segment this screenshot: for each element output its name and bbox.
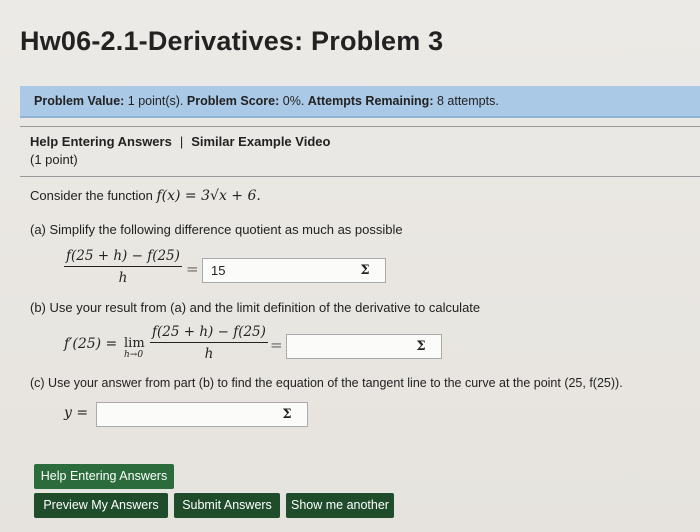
intro-text: Consider the function [30,188,153,203]
part-a-numerator: f(25 + h) − f(25) [64,248,182,267]
part-b-equation-editor-icon[interactable]: Σ [411,338,431,355]
part-a-instruction: (a) Simplify the following difference qu… [30,222,403,237]
part-c-equation-editor-icon[interactable]: Σ [277,406,297,423]
part-a-answer-input[interactable]: 15 Σ [202,258,386,283]
part-b-equals: = [270,336,283,354]
divider [20,126,700,127]
preview-answers-button[interactable]: Preview My Answers [34,493,168,518]
help-links: Help Entering Answers | Similar Example Vi… [30,134,330,149]
similar-example-video-link[interactable]: Similar Example Video [191,134,330,149]
function-formula: f(x) = 3√x + 6. [156,188,261,204]
show-me-another-button[interactable]: Show me another [286,493,394,518]
link-separator: | [179,134,184,149]
part-b-limit-subscript: h→0 [124,350,144,360]
problem-score: 0%. [282,94,305,108]
page-title: Hw06-2.1-Derivatives: Problem 3 [20,26,444,56]
help-entering-answers-link[interactable]: Help Entering Answers [30,134,172,149]
part-b-answer-input[interactable]: Σ [286,334,442,359]
part-b-derivative-lhs: f′(25) = [64,336,118,352]
problem-score-label: Problem Score: [186,94,280,108]
problem-value: 1 point(s). [127,94,184,108]
attempts-remaining-label: Attempts Remaining: [307,94,434,108]
part-a-equals: = [186,260,199,278]
problem-value-label: Problem Value: [34,94,125,108]
part-a-equation-editor-icon[interactable]: Σ [355,262,375,279]
part-b-lim: lim [124,336,145,351]
part-c-answer-input[interactable]: Σ [96,402,308,427]
attempts-remaining: 8 attempts. [436,94,499,108]
submit-answers-button[interactable]: Submit Answers [174,493,280,518]
part-b-denominator: h [204,346,214,362]
part-c-lhs: y = [64,405,89,421]
part-a-answer-value: 15 [211,263,226,278]
help-entering-answers-button[interactable]: Help Entering Answers [34,464,174,489]
part-b-limit: lim [124,336,145,351]
part-b-difference-quotient: f(25 + h) − f(25) h [150,324,268,362]
part-b-numerator: f(25 + h) − f(25) [150,324,268,343]
problem-intro: Consider the function f(x) = 3√x + 6. [30,188,261,204]
divider [20,176,700,177]
part-c-instruction: (c) Use your answer from part (b) to fin… [30,376,623,390]
part-a-difference-quotient: f(25 + h) − f(25) h [64,248,182,286]
part-a-denominator: h [118,270,128,286]
problem-info-bar: Problem Value: 1 point(s). Problem Score… [20,86,700,118]
problem-points: (1 point) [30,152,78,167]
problem-page: Hw06-2.1-Derivatives: Problem 3 Problem … [0,0,700,532]
part-b-instruction: (b) Use your result from (a) and the lim… [30,300,481,315]
